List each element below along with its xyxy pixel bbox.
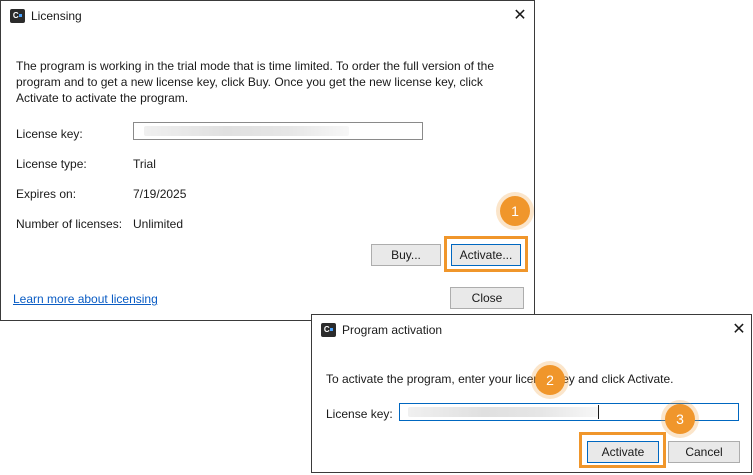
activation-key-label: License key: xyxy=(326,407,393,421)
license-type-label: License type: xyxy=(16,157,87,171)
buy-button[interactable]: Buy... xyxy=(371,244,441,266)
activation-title: Program activation xyxy=(342,323,443,337)
learn-more-link[interactable]: Learn more about licensing xyxy=(13,292,158,306)
licensing-window: C Licensing ✕ The program is working in … xyxy=(0,0,535,321)
callout-3: 3 xyxy=(665,404,695,434)
license-type-value: Trial xyxy=(133,157,156,171)
redacted-key xyxy=(144,126,349,136)
activation-cancel-button[interactable]: Cancel xyxy=(668,441,740,463)
expires-on-label: Expires on: xyxy=(16,187,77,201)
activation-activate-button[interactable]: Activate xyxy=(587,441,659,463)
callout-1: 1 xyxy=(500,196,530,226)
description-line: program and to get a new license key, cl… xyxy=(16,75,483,89)
screenshot-stage: C Licensing ✕ The program is working in … xyxy=(0,0,753,475)
app-logo-icon: C xyxy=(321,323,336,337)
license-key-field[interactable] xyxy=(133,122,423,140)
expires-on-value: 7/19/2025 xyxy=(133,187,187,201)
close-icon[interactable]: ✕ xyxy=(728,319,750,341)
text-cursor xyxy=(598,405,599,419)
activation-instruction: To activate the program, enter your lice… xyxy=(326,372,674,386)
license-key-label: License key: xyxy=(16,127,83,141)
callout-2: 2 xyxy=(535,365,565,395)
activation-window: C Program activation ✕ To activate the p… xyxy=(311,314,752,473)
activate-button[interactable]: Activate... xyxy=(451,244,521,266)
licensing-title: Licensing xyxy=(31,9,82,23)
app-logo-icon: C xyxy=(10,9,25,23)
number-of-licenses-label: Number of licenses: xyxy=(16,217,123,231)
description-line: Activate to activate the program. xyxy=(16,91,189,105)
description-line: The program is working in the trial mode… xyxy=(16,59,494,73)
close-button[interactable]: Close xyxy=(450,287,524,309)
redacted-key xyxy=(408,407,598,417)
number-of-licenses-value: Unlimited xyxy=(133,217,184,231)
close-icon[interactable]: ✕ xyxy=(509,5,531,27)
activation-titlebar: C Program activation ✕ xyxy=(312,315,751,345)
licensing-titlebar: C Licensing ✕ xyxy=(1,1,534,31)
